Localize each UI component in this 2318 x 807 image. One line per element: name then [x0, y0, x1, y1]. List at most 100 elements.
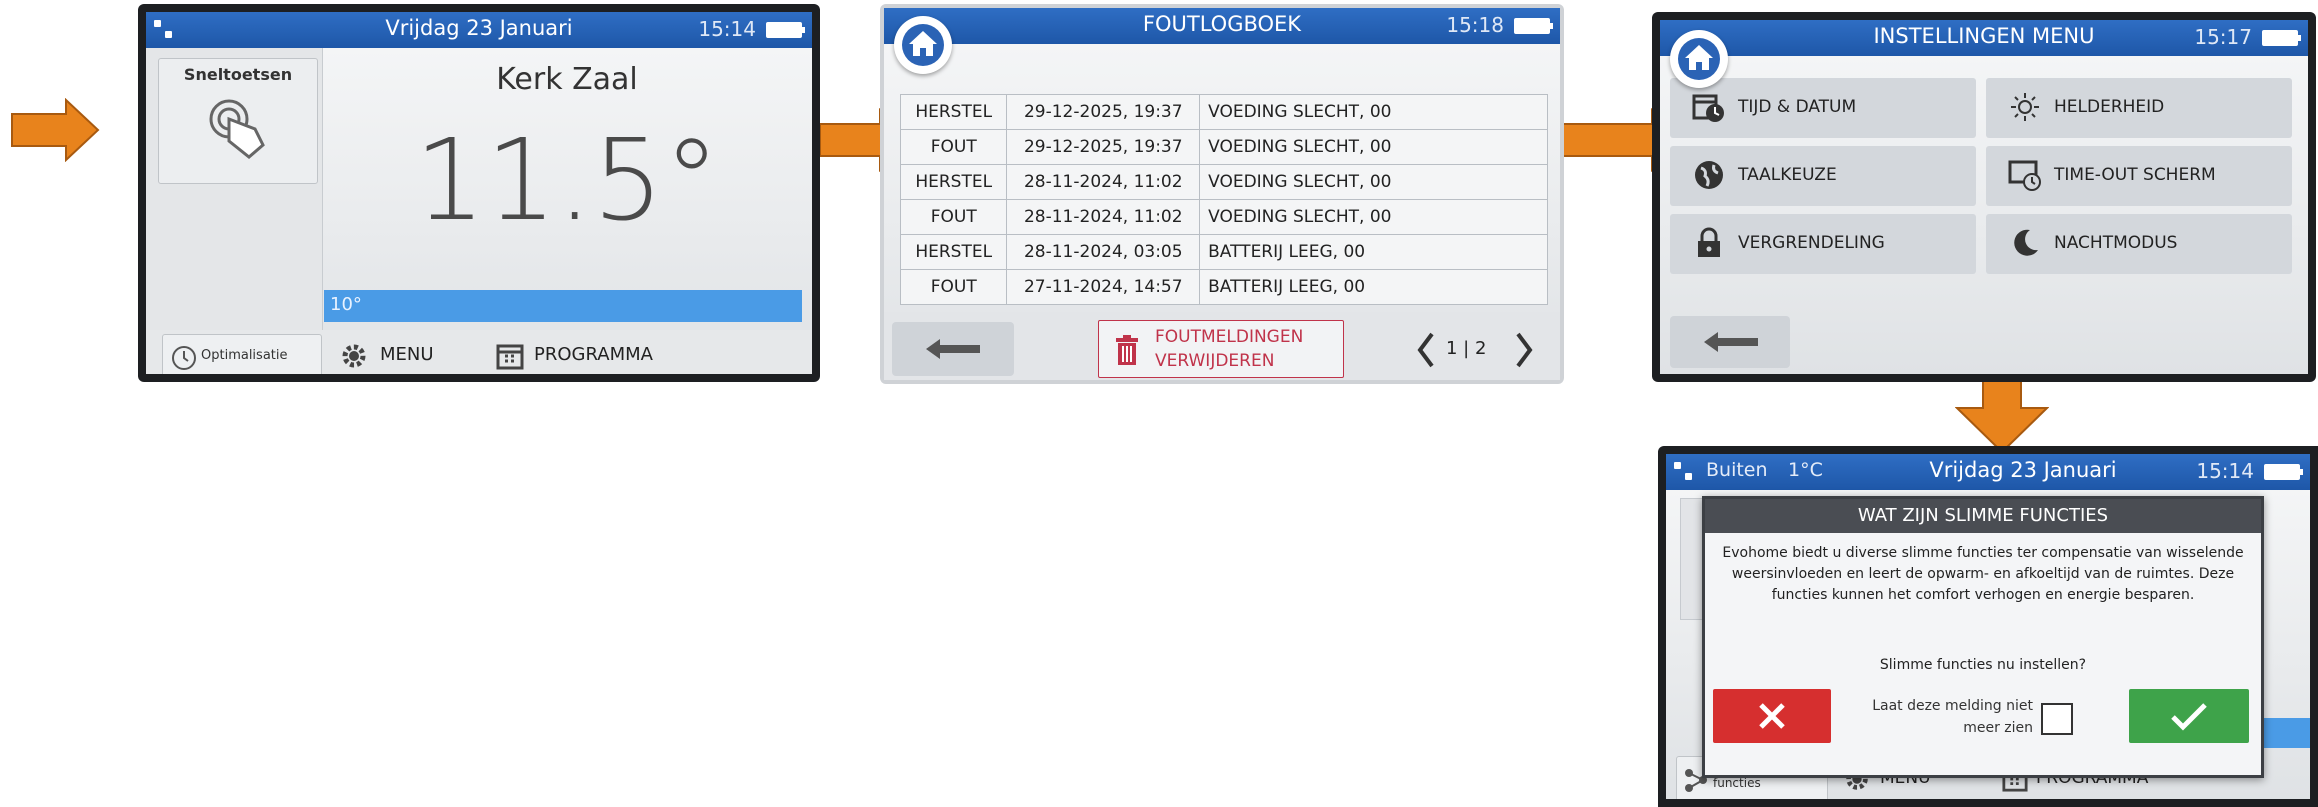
optimisation-label: Optimalisatie	[201, 348, 288, 363]
clock-label: 15:14	[2196, 459, 2254, 483]
dialog-title: WAT ZIJN SLIMME FUNCTIES	[1857, 505, 2109, 526]
settings-item-label: TAALKEUZE	[1738, 165, 1837, 185]
fault-type-cell: HERSTEL	[899, 164, 1008, 200]
shortcuts-button[interactable]: Sneltoetsen	[158, 58, 318, 184]
fault-type-cell: FOUT	[899, 269, 1008, 305]
moon-icon	[2008, 226, 2042, 260]
back-button[interactable]	[892, 322, 1014, 376]
dialog-body-text: Evohome biedt u diverse slimme functies …	[1722, 545, 2244, 603]
delete-label-line2: VERWIJDEREN	[1155, 351, 1275, 371]
next-page-button[interactable]	[1512, 330, 1536, 370]
fault-type-cell: HERSTEL	[899, 234, 1008, 270]
settings-item-nachtmodus[interactable]: NACHTMODUS	[1986, 214, 2292, 274]
delete-label-line1: FOUTMELDINGEN	[1155, 327, 1304, 347]
table-row: FOUT 28-11-2024, 11:02 VOEDING SLECHT, 00	[899, 199, 1548, 235]
optimisation-button[interactable]: Optimalisatie	[162, 334, 322, 374]
settings-item-label: HELDERHEID	[2054, 97, 2165, 117]
back-button[interactable]	[1670, 316, 1790, 368]
dont-show-label: Laat deze melding niet meer zien	[1872, 698, 2033, 736]
fault-datetime-cell: 29-12-2025, 19:37	[1006, 94, 1201, 130]
thermostat-home-screen: Vrijdag 23 Januari 15:14 Sneltoetsen Ker…	[138, 4, 820, 382]
thermostat-settings-screen: INSTELLINGEN MENU 15:17 TIJD & DATUM HELD…	[1652, 12, 2316, 382]
clock-label: 15:17	[2194, 25, 2252, 49]
fault-message-cell: VOEDING SLECHT, 00	[1199, 94, 1548, 130]
fault-datetime-cell: 29-12-2025, 19:37	[1006, 129, 1201, 165]
dialog-header: WAT ZIJN SLIMME FUNCTIES	[1705, 499, 2261, 533]
lock-icon	[1692, 226, 1726, 260]
touch-gesture-icon	[209, 99, 265, 159]
table-row: HERSTEL 28-11-2024, 03:05 BATTERIJ LEEG, 0…	[899, 234, 1548, 270]
current-temperature[interactable]: 11.5°	[322, 116, 812, 246]
trash-icon	[1116, 335, 1138, 365]
calendar-clock-icon	[1692, 90, 1726, 124]
delete-faults-button[interactable]: FOUTMELDINGEN VERWIJDEREN	[1098, 320, 1344, 378]
fault-type-cell: FOUT	[899, 129, 1008, 165]
menu-label: MENU	[380, 344, 434, 365]
setpoint-bar[interactable]: 10°	[324, 290, 802, 322]
program-button[interactable]: PROGRAMMA	[496, 336, 666, 374]
clock-label: 15:18	[1446, 13, 1504, 37]
status-bar: Vrijdag 23 Januari 15:14	[146, 12, 812, 48]
zone-name: Kerk Zaal	[496, 62, 638, 97]
screen-timer-icon	[2008, 158, 2042, 192]
battery-icon	[766, 22, 805, 38]
program-label: PROGRAMMA	[534, 344, 653, 365]
network-icon	[1674, 462, 1694, 482]
fault-message-cell: VOEDING SLECHT, 00	[1199, 129, 1548, 165]
sun-icon	[2008, 90, 2042, 124]
home-icon	[909, 31, 937, 56]
page-indicator: 1 | 2	[1446, 338, 1487, 359]
status-bar: Buiten 1°C Vrijdag 23 Januari 15:14	[1666, 454, 2310, 490]
arrow-left-icon	[1704, 332, 1758, 352]
clock-label: 15:14	[698, 17, 756, 41]
table-row: HERSTEL 28-11-2024, 11:02 VOEDING SLECHT, …	[899, 164, 1548, 200]
thermostat-dialog-screen: Buiten 1°C Vrijdag 23 Januari 15:14 Slim…	[1658, 446, 2318, 807]
battery-icon	[1514, 18, 1553, 34]
gear-icon	[342, 344, 366, 368]
prev-page-button[interactable]	[1414, 330, 1438, 370]
status-bar: FOUTLOGBOEK 15:18	[884, 8, 1560, 44]
settings-item-taalkeuze[interactable]: TAALKEUZE	[1670, 146, 1976, 206]
close-icon	[1759, 703, 1785, 729]
fault-datetime-cell: 27-11-2024, 14:57	[1006, 269, 1201, 305]
clock-icon	[172, 346, 196, 370]
dont-show-checkbox[interactable]	[2041, 703, 2073, 735]
home-display: Vrijdag 23 Januari 15:14 Sneltoetsen Ker…	[146, 12, 812, 374]
home-button[interactable]	[894, 16, 952, 74]
battery-icon	[2262, 30, 2301, 46]
home-button[interactable]	[1670, 30, 1728, 88]
fault-log-table: HERSTEL 29-12-2025, 19:37 VOEDING SLECHT, …	[899, 94, 1548, 305]
check-icon	[2171, 703, 2207, 731]
settings-item-time-out-scherm[interactable]: TIME-OUT SCHERM	[1986, 146, 2292, 206]
settings-item-label: NACHTMODUS	[2054, 233, 2178, 253]
fault-datetime-cell: 28-11-2024, 11:02	[1006, 164, 1201, 200]
settings-item-helderheid[interactable]: HELDERHEID	[1986, 78, 2292, 138]
calendar-icon	[496, 344, 524, 370]
smart-functions-dialog: WAT ZIJN SLIMME FUNCTIES Evohome biedt u…	[1702, 496, 2264, 778]
settings-item-vergrendeling[interactable]: VERGRENDELING	[1670, 214, 1976, 274]
chevron-right-icon	[1516, 332, 1533, 368]
settings-item-label: TIME-OUT SCHERM	[2054, 165, 2216, 185]
fault-datetime-cell: 28-11-2024, 03:05	[1006, 234, 1201, 270]
fault-message-cell: VOEDING SLECHT, 00	[1199, 199, 1548, 235]
settings-item-tijd-datum[interactable]: TIJD & DATUM	[1670, 78, 1976, 138]
table-row: FOUT 27-11-2024, 14:57 BATTERIJ LEEG, 00	[899, 269, 1548, 305]
fault-datetime-cell: 28-11-2024, 11:02	[1006, 199, 1201, 235]
cancel-button[interactable]	[1713, 689, 1831, 743]
arrow-left-icon	[926, 339, 980, 359]
menu-button[interactable]: MENU	[338, 336, 448, 374]
fault-type-cell: FOUT	[899, 199, 1008, 235]
confirm-button[interactable]	[2129, 689, 2249, 743]
table-row: FOUT 29-12-2025, 19:37 VOEDING SLECHT, 00	[899, 129, 1548, 165]
dialog-display: Buiten 1°C Vrijdag 23 Januari 15:14 Slim…	[1666, 454, 2310, 799]
thermostat-fault-log-screen: FOUTLOGBOEK 15:18 HERSTEL 29-12-2025, 19:…	[880, 4, 1564, 384]
fault-message-cell: BATTERIJ LEEG, 00	[1199, 234, 1548, 270]
globe-icon	[1692, 158, 1726, 192]
settings-display: INSTELLINGEN MENU 15:17 TIJD & DATUM HELD…	[1660, 20, 2308, 374]
table-row: HERSTEL 29-12-2025, 19:37 VOEDING SLECHT, …	[899, 94, 1548, 130]
fault-log-display: FOUTLOGBOEK 15:18 HERSTEL 29-12-2025, 19:…	[884, 8, 1560, 380]
flow-arrow-right-1	[11, 98, 100, 162]
shortcuts-label: Sneltoetsen	[183, 65, 293, 84]
fault-type-cell: HERSTEL	[899, 94, 1008, 130]
setpoint-label: 10°	[330, 294, 362, 315]
